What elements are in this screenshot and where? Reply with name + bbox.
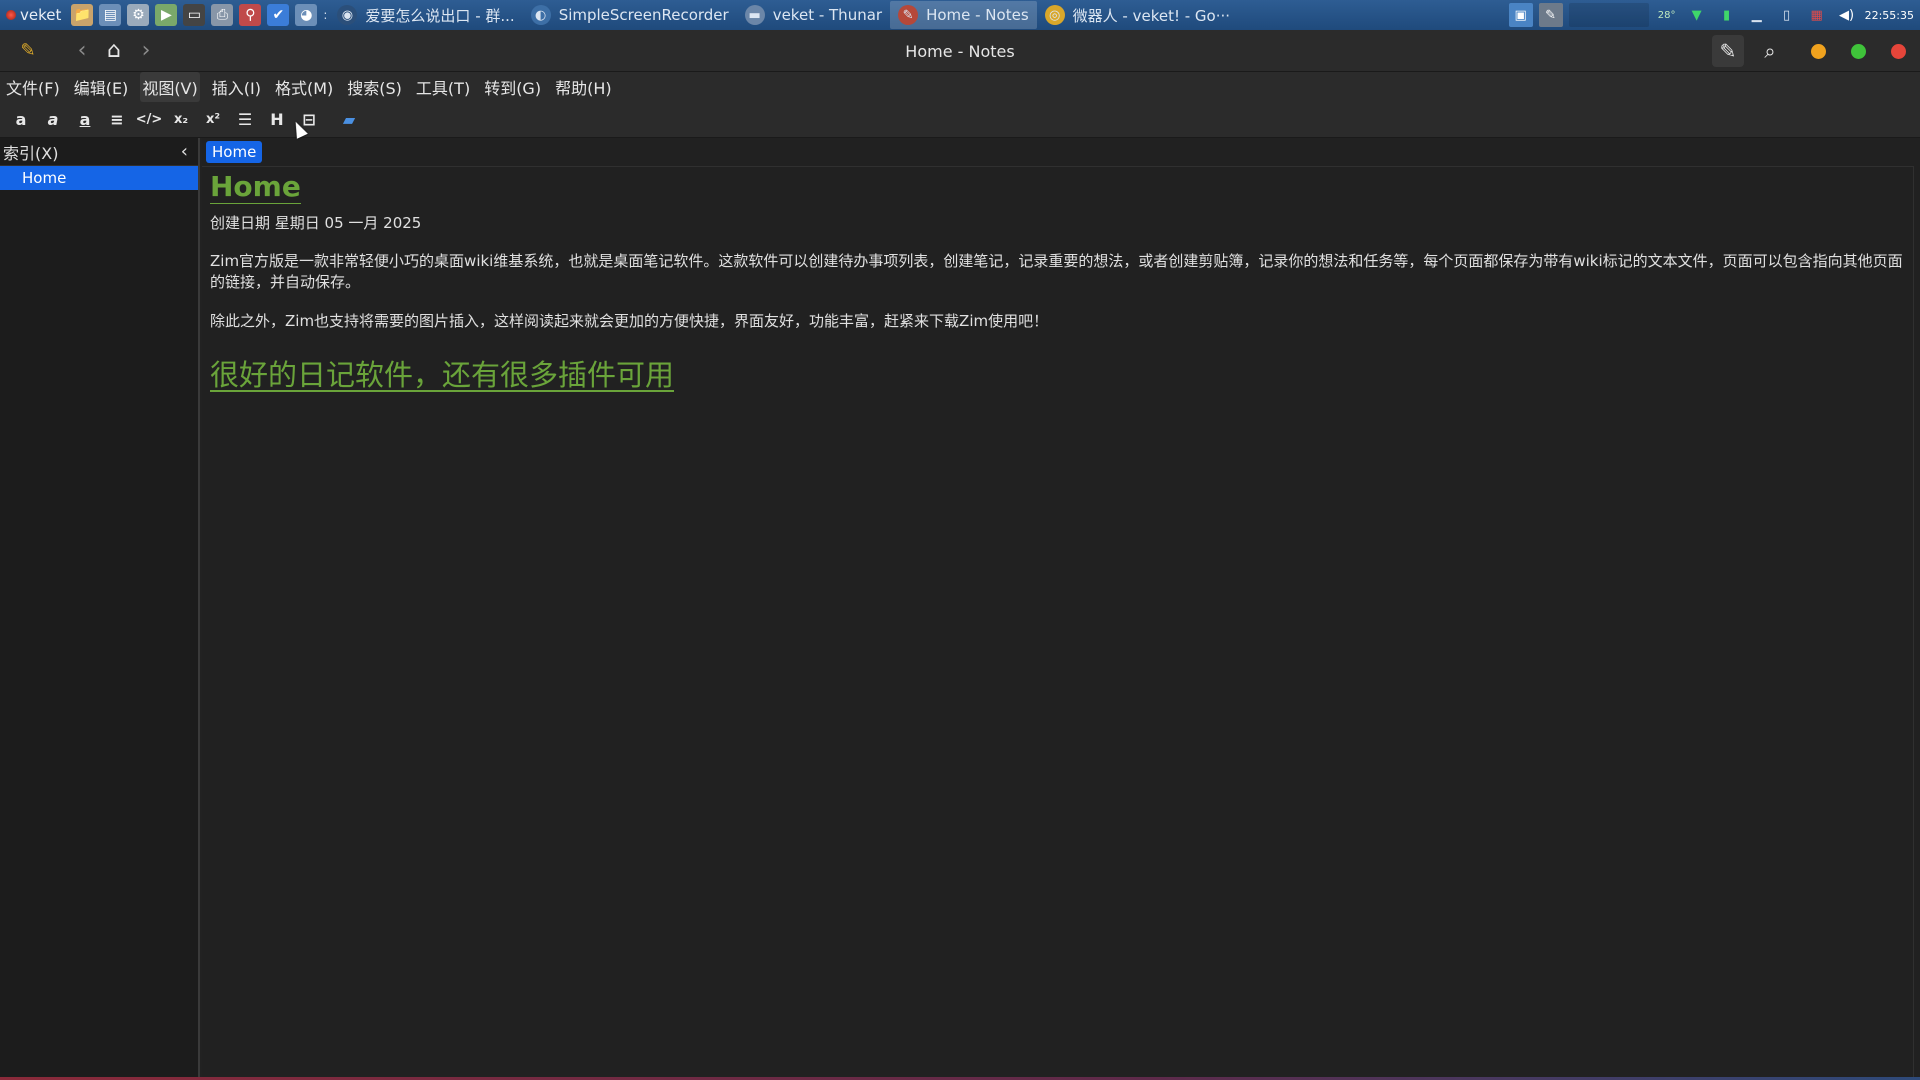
- taskbar: veket 📁 ▤ ⚙ ▶ ▭ ⎙ ⚲ ✔ ◕ : ◉ 爱要怎么说出口 - 群... ◐ Simple…: [0, 0, 1920, 30]
- start-menu-button[interactable]: veket: [0, 0, 67, 30]
- bullet-list-tool[interactable]: ☰: [234, 109, 256, 131]
- subscript-tool[interactable]: x₂: [170, 109, 192, 131]
- folder-icon[interactable]: 📁: [71, 4, 94, 26]
- system-tray: ▣ ✎ 28° ▼ ▮ ▁ ▯ ▦ ◀) 22:55:35: [1508, 0, 1920, 30]
- italic-tool[interactable]: a: [42, 109, 64, 131]
- desktop-switch-icon[interactable]: ▣: [1508, 3, 1533, 27]
- bold-tool[interactable]: a: [10, 109, 32, 131]
- index-sidebar: 索引(X) ‹ Home: [0, 138, 200, 1080]
- network-status-icon[interactable]: ▦: [1805, 3, 1829, 27]
- menu-item[interactable]: 转到(G): [482, 72, 543, 102]
- taskbar-task-label: SimpleScreenRecorder: [558, 6, 729, 24]
- collapse-sidebar-icon[interactable]: ‹: [181, 141, 188, 162]
- page-title: Home: [210, 170, 301, 204]
- monitor-icon[interactable]: ▤: [99, 4, 122, 26]
- volume-icon[interactable]: ◀): [1835, 3, 1859, 27]
- sidebar-header: 索引(X) ‹: [0, 138, 198, 166]
- task-list: ◉ 爱要怎么说出口 - 群... ◐ SimpleScreenRecorder ▬ vek…: [329, 0, 1238, 30]
- gear-icon[interactable]: ⚙: [127, 4, 150, 26]
- network-icon[interactable]: ⚲: [239, 4, 262, 26]
- taskbar-task-label: Home - Notes: [926, 6, 1029, 24]
- taskbar-task-label: 微器人 - veket! - Go···: [1072, 6, 1231, 25]
- code-tool[interactable]: </>: [136, 109, 163, 131]
- zim-tray-icon[interactable]: ✎: [1538, 3, 1563, 27]
- chrome-icon: ◎: [1044, 5, 1065, 25]
- notes-window: ✎ ‹ ⌂ › Home - Notes ✎ ⌕ 文件(F) 编辑(E) 视图(V)…: [0, 30, 1920, 1080]
- app-logo-icon: ✎: [20, 40, 36, 61]
- clock[interactable]: 22:55:35: [1865, 9, 1914, 22]
- window-title: Home - Notes: [905, 41, 1015, 61]
- start-label: veket: [20, 6, 62, 24]
- menu-item[interactable]: 搜索(S): [345, 72, 404, 102]
- taskbar-task-label: veket - Thunar: [772, 6, 883, 24]
- clipboard-icon[interactable]: ▯: [1775, 3, 1799, 27]
- sidebar-item-home[interactable]: Home: [0, 166, 198, 190]
- page-editor[interactable]: Home 创建日期 星期日 05 一月 2025 Zim官方版是一款非常轻便小巧…: [202, 166, 1914, 1080]
- battery-icon[interactable]: ▮: [1715, 3, 1739, 27]
- tray-spacer: [1568, 3, 1649, 27]
- terminal-icon[interactable]: ▭: [183, 4, 206, 26]
- edit-mode-pencil-icon[interactable]: ✎: [1712, 35, 1744, 67]
- home-button[interactable]: ⌂: [98, 35, 130, 67]
- menu-item[interactable]: 编辑(E): [72, 72, 131, 102]
- check-circle-icon[interactable]: ✔: [267, 4, 290, 26]
- attach-folder-tool[interactable]: ▰: [338, 109, 360, 131]
- heading-tool[interactable]: H: [266, 109, 288, 131]
- menu-bar: 文件(F) 编辑(E) 视图(V) 插入(I) 格式(M) 搜索(S) 工具(T) 转到(G)…: [0, 72, 1920, 102]
- taskbar-task-label: 爱要怎么说出口 - 群...: [365, 6, 515, 25]
- minimize-all-icon[interactable]: ▁: [1745, 3, 1769, 27]
- superscript-tool[interactable]: x²: [202, 109, 224, 131]
- taskbar-task[interactable]: ◉ 爱要怎么说出口 - 群...: [329, 1, 522, 29]
- underline-tool[interactable]: a: [74, 109, 96, 131]
- zim-icon: ✎: [898, 5, 919, 25]
- menu-item[interactable]: 插入(I): [210, 72, 263, 102]
- forward-button[interactable]: ›: [130, 35, 162, 67]
- taskbar-task[interactable]: ◐ SimpleScreenRecorder: [523, 1, 737, 29]
- menu-item[interactable]: 文件(F): [4, 72, 62, 102]
- launcher-separator: :: [323, 8, 328, 22]
- paragraph-intro: Zim官方版是一款非常轻便小巧的桌面wiki维基系统，也就是桌面笔记软件。这款软…: [210, 252, 1903, 291]
- menu-item[interactable]: 视图(V): [140, 72, 200, 102]
- maximize-button[interactable]: [1851, 43, 1866, 59]
- back-button[interactable]: ‹: [66, 35, 98, 67]
- veket-logo-icon: [6, 10, 16, 20]
- title-bar: ✎ ‹ ⌂ › Home - Notes ✎ ⌕: [0, 30, 1920, 72]
- menu-item[interactable]: 帮助(H): [553, 72, 614, 102]
- format-toolbar: a a a ≡ </> x₂ x² ☰ H ⊟ ▰: [0, 102, 1920, 138]
- taskbar-task[interactable]: ▬ veket - Thunar: [737, 1, 890, 29]
- page-view: Home Home 创建日期 星期日 05 一月 2025 Zim官方版是一款非…: [202, 138, 1920, 1080]
- taskbar-task[interactable]: ◎ 微器人 - veket! - Go···: [1037, 1, 1238, 29]
- quick-launch-bar: 📁 ▤ ⚙ ▶ ▭ ⎙ ⚲ ✔ ◕: [67, 0, 321, 30]
- temperature-indicator: 28°: [1657, 9, 1676, 21]
- taskbar-task[interactable]: ✎ Home - Notes: [890, 1, 1037, 29]
- play-icon[interactable]: ▶: [155, 4, 178, 26]
- recorder-icon: ◐: [530, 5, 551, 25]
- pathbar: Home: [202, 138, 1920, 166]
- minimize-button[interactable]: [1811, 43, 1826, 59]
- strikethrough-tool[interactable]: ≡: [106, 109, 128, 131]
- paragraph-features: 除此之外，Zim也支持将需要的图片插入，这样阅读起来就会更加的方便快捷，界面友好…: [210, 312, 1049, 330]
- menu-item[interactable]: 工具(T): [414, 72, 472, 102]
- sidebar-title: 索引(X): [3, 143, 59, 163]
- search-icon[interactable]: ⌕: [1754, 35, 1786, 67]
- menu-item[interactable]: 格式(M): [273, 72, 335, 102]
- music-icon: ◉: [337, 5, 358, 25]
- wifi-icon[interactable]: ▼: [1685, 3, 1709, 27]
- printer-icon[interactable]: ⎙: [211, 4, 234, 26]
- folder-icon: ▬: [744, 5, 765, 25]
- page-link[interactable]: 很好的日记软件，还有很多插件可用: [210, 352, 674, 394]
- created-date: 创建日期 星期日 05 一月 2025: [210, 214, 422, 232]
- breadcrumb-home[interactable]: Home: [206, 141, 263, 163]
- globe-icon[interactable]: ◕: [295, 4, 318, 26]
- close-button[interactable]: [1891, 43, 1906, 59]
